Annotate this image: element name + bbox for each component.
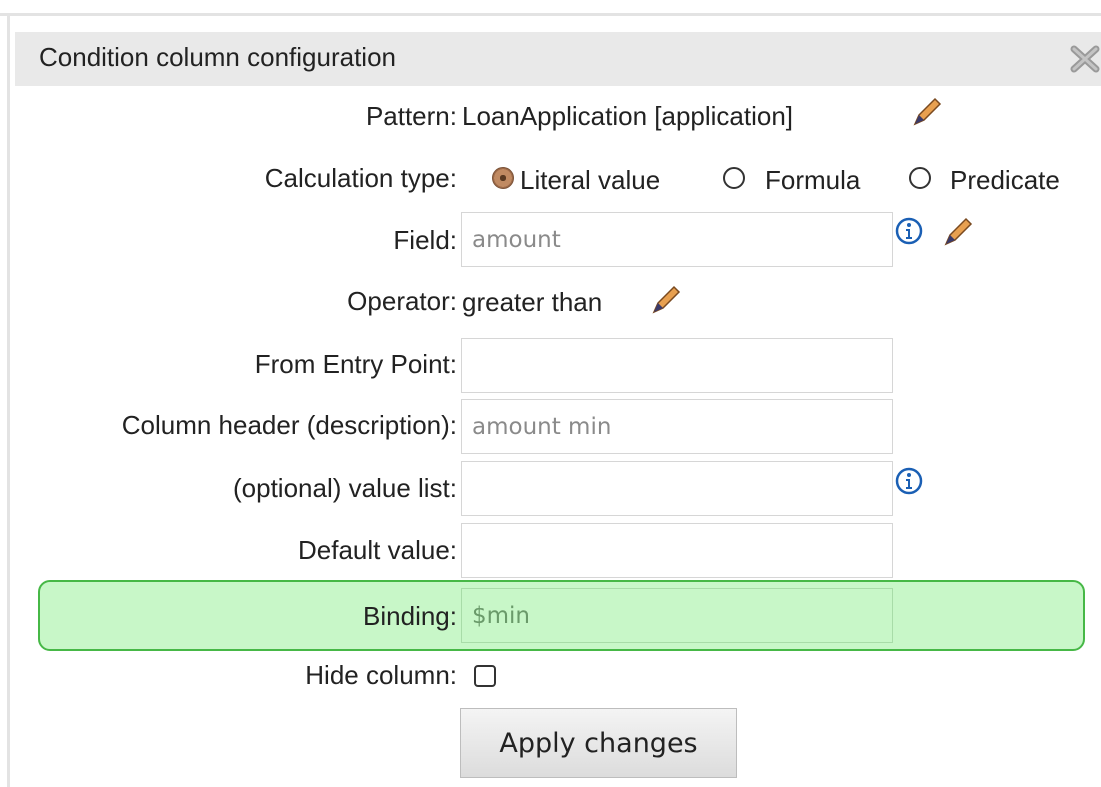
calculation-type-label: Calculation type:: [264, 163, 457, 193]
radio-formula-label[interactable]: Formula: [765, 165, 860, 195]
value-list-input[interactable]: [461, 461, 893, 516]
radio-literal-value-label[interactable]: Literal value: [520, 165, 660, 195]
binding-label: Binding:: [363, 601, 457, 631]
binding-input[interactable]: [461, 588, 893, 643]
panel-left-border: [7, 16, 10, 787]
operator-label: Operator:: [347, 286, 457, 316]
pattern-label: Pattern:: [365, 101, 457, 131]
field-info-icon[interactable]: [895, 217, 923, 245]
dialog-titlebar: Condition column configuration: [15, 32, 1101, 86]
value-list-label: (optional) value list:: [233, 473, 457, 503]
dialog-title: Condition column configuration: [39, 42, 396, 72]
close-icon[interactable]: [1070, 45, 1100, 73]
edit-field-pencil-icon[interactable]: [942, 216, 974, 248]
field-input[interactable]: [461, 212, 893, 267]
hide-column-checkbox[interactable]: [474, 665, 496, 687]
value-list-info-icon[interactable]: [895, 467, 923, 495]
entry-point-input[interactable]: [461, 338, 893, 393]
apply-changes-button[interactable]: Apply changes: [460, 708, 737, 778]
column-header-label: Column header (description):: [121, 410, 457, 440]
operator-value: greater than: [462, 287, 603, 317]
entry-point-label: From Entry Point:: [254, 349, 457, 379]
edit-operator-pencil-icon[interactable]: [650, 284, 682, 316]
radio-predicate-label[interactable]: Predicate: [950, 165, 1060, 195]
field-label: Field:: [393, 225, 457, 255]
radio-formula[interactable]: [723, 167, 745, 189]
default-value-label: Default value:: [298, 535, 457, 565]
top-strip: [0, 0, 1101, 16]
column-header-input[interactable]: [461, 399, 893, 454]
pattern-value: LoanApplication [application]: [462, 101, 794, 131]
hide-column-label: Hide column:: [305, 660, 457, 690]
radio-literal-value[interactable]: [492, 167, 514, 189]
radio-predicate[interactable]: [909, 167, 931, 189]
edit-pattern-pencil-icon[interactable]: [911, 96, 943, 128]
default-value-input[interactable]: [461, 523, 893, 578]
